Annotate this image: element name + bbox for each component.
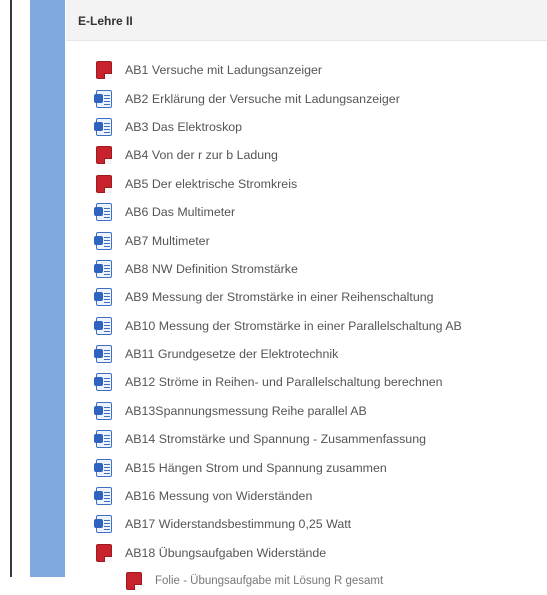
resource-link[interactable]: AB2 Erklärung der Versuche mit Ladungsan…	[125, 92, 400, 106]
word-doc-icon	[94, 430, 112, 449]
resource-link[interactable]: AB16 Messung von Widerständen	[125, 489, 312, 503]
resource-link[interactable]: AB3 Das Elektroskop	[125, 120, 242, 134]
list-item[interactable]: AB9 Messung der Stromstärke in einer Rei…	[94, 283, 547, 311]
list-item[interactable]: AB11 Grundgesetze der Elektrotechnik	[94, 340, 547, 368]
resource-link[interactable]: AB17 Widerstandsbestimmung 0,25 Watt	[125, 517, 351, 531]
list-item[interactable]: AB5 Der elektrische Stromkreis	[96, 170, 547, 198]
pdf-icon	[96, 146, 112, 165]
word-doc-icon	[94, 458, 112, 477]
list-item[interactable]: AB13Spannungsmessung Reihe parallel AB	[94, 397, 547, 425]
word-doc-icon	[94, 515, 112, 534]
resource-link[interactable]: Folie - Übungsaufgabe mit Lösung R gesam…	[155, 575, 383, 587]
word-doc-icon	[94, 487, 112, 506]
resource-link[interactable]: AB12 Ströme in Reihen- und Parallelschal…	[125, 375, 443, 389]
list-item[interactable]: AB7 Multimeter	[94, 226, 547, 254]
resource-link[interactable]: AB5 Der elektrische Stromkreis	[125, 177, 297, 191]
left-accent-bar	[30, 0, 65, 577]
section-header	[66, 0, 547, 41]
resource-link[interactable]: AB7 Multimeter	[125, 234, 210, 248]
list-item[interactable]: AB6 Das Multimeter	[94, 198, 547, 226]
list-item[interactable]: AB17 Widerstandsbestimmung 0,25 Watt	[94, 510, 547, 538]
list-item[interactable]: AB1 Versuche mit Ladungsanzeiger	[96, 56, 547, 84]
pdf-icon	[96, 61, 112, 80]
word-doc-icon	[94, 288, 112, 307]
pdf-icon	[96, 174, 112, 193]
word-doc-icon	[94, 401, 112, 420]
resource-link[interactable]: AB4 Von der r zur b Ladung	[125, 148, 278, 162]
list-item[interactable]: AB10 Messung der Stromstärke in einer Pa…	[94, 312, 547, 340]
word-doc-icon	[94, 117, 112, 136]
window-edge	[0, 0, 12, 577]
list-item[interactable]: Folie - Übungsaufgabe mit Lösung R gesam…	[96, 567, 547, 595]
pdf-icon	[96, 543, 112, 562]
list-item[interactable]: AB8 NW Definition Stromstärke	[94, 255, 547, 283]
list-item[interactable]: AB12 Ströme in Reihen- und Parallelschal…	[94, 368, 547, 396]
list-item[interactable]: AB18 Übungsaufgaben Widerstände	[96, 539, 547, 567]
word-doc-icon	[94, 259, 112, 278]
resource-link[interactable]: AB14 Stromstärke und Spannung - Zusammen…	[125, 432, 426, 446]
resource-link[interactable]: AB1 Versuche mit Ladungsanzeiger	[125, 63, 322, 77]
list-item[interactable]: AB4 Von der r zur b Ladung	[96, 141, 547, 169]
resource-link[interactable]: AB6 Das Multimeter	[125, 205, 235, 219]
resource-link[interactable]: AB8 NW Definition Stromstärke	[125, 262, 298, 276]
word-doc-icon	[94, 231, 112, 250]
word-doc-icon	[94, 316, 112, 335]
word-doc-icon	[94, 373, 112, 392]
pdf-icon	[126, 572, 142, 591]
resource-link[interactable]: AB18 Übungsaufgaben Widerstände	[125, 546, 326, 560]
list-item[interactable]: AB2 Erklärung der Versuche mit Ladungsan…	[94, 84, 547, 112]
resource-list: AB1 Versuche mit Ladungsanzeiger AB2 Erk…	[94, 56, 547, 595]
list-item[interactable]: AB15 Hängen Strom und Spannung zusammen	[94, 453, 547, 481]
word-doc-icon	[94, 89, 112, 108]
section-title: E-Lehre II	[78, 14, 133, 28]
list-item[interactable]: AB3 Das Elektroskop	[94, 113, 547, 141]
list-item[interactable]: AB16 Messung von Widerständen	[94, 482, 547, 510]
resource-link[interactable]: AB10 Messung der Stromstärke in einer Pa…	[125, 319, 462, 333]
list-item[interactable]: AB14 Stromstärke und Spannung - Zusammen…	[94, 425, 547, 453]
resource-link[interactable]: AB9 Messung der Stromstärke in einer Rei…	[125, 290, 434, 304]
word-doc-icon	[94, 345, 112, 364]
resource-link[interactable]: AB15 Hängen Strom und Spannung zusammen	[125, 461, 387, 475]
word-doc-icon	[94, 203, 112, 222]
resource-link[interactable]: AB13Spannungsmessung Reihe parallel AB	[125, 404, 367, 418]
resource-link[interactable]: AB11 Grundgesetze der Elektrotechnik	[125, 347, 338, 361]
